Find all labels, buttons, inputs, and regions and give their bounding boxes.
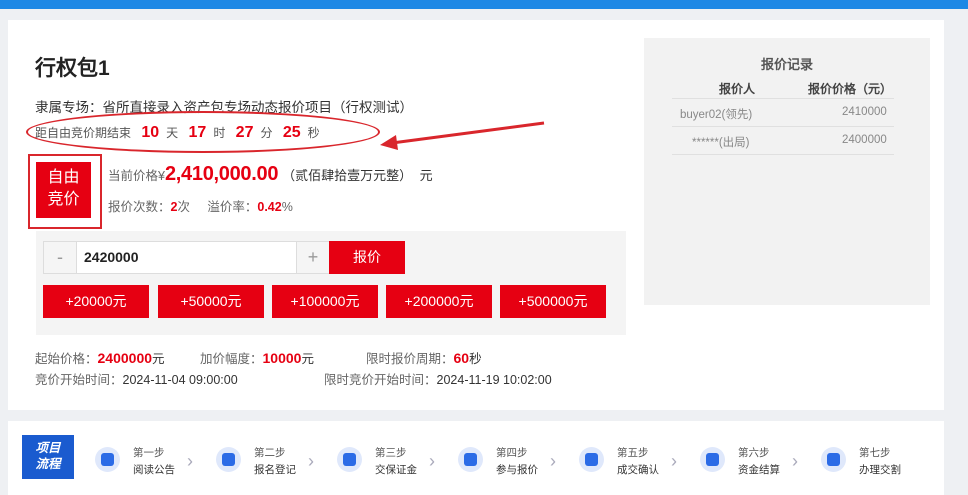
current-price-line: 当前价格¥2,410,000.00 （贰佰肆拾壹万元整） 元	[108, 163, 433, 186]
start-price: 起始价格：2400000元	[35, 348, 165, 367]
limit-period-value: 60	[453, 350, 470, 366]
flow-step-2[interactable]: 第二步 报名登记 ›	[216, 445, 331, 485]
bid-count-unit: 次	[177, 200, 190, 214]
location-pin-icon	[700, 447, 725, 472]
limit-period-label: 限时报价周期：	[366, 352, 454, 366]
flow-step-name: 阅读公告	[133, 464, 175, 476]
flow-step-name: 参与报价	[496, 464, 538, 476]
limit-period: 限时报价周期：60秒	[366, 348, 482, 367]
limit-period-unit: 秒	[469, 352, 482, 366]
edit-form-icon	[216, 447, 241, 472]
increment-50000-button[interactable]: +50000元	[158, 285, 264, 318]
flow-step-3[interactable]: 第三步 交保证金 ›	[337, 445, 452, 485]
price-step: 加价幅度：10000元	[200, 348, 314, 367]
flow-step-name: 成交确认	[617, 464, 659, 476]
mode-badge-line2: 竞价	[47, 191, 80, 208]
flow-step-name: 资金结算	[738, 464, 780, 476]
price-step-unit: 元	[301, 352, 314, 366]
record-bidder: ******(出局)	[692, 137, 750, 149]
decrement-button[interactable]: -	[44, 242, 76, 273]
flow-step-name: 报名登记	[254, 464, 296, 476]
chevron-right-icon: ›	[429, 451, 435, 471]
increment-100000-button[interactable]: +100000元	[272, 285, 378, 318]
flow-step-number: 第六步	[738, 447, 770, 459]
price-column-header: 报价价格（元）	[808, 82, 893, 96]
premium-label: 溢价率：	[207, 200, 258, 214]
record-bidder: buyer02(领先)	[680, 109, 753, 121]
flow-step-number: 第七步	[859, 447, 891, 459]
shield-yen-icon	[337, 447, 362, 472]
increment-500000-button[interactable]: +500000元	[500, 285, 606, 318]
bid-records-panel: 报价记录 报价人 报价价格（元） buyer02(领先) 2410000 ***…	[644, 38, 930, 305]
flow-step-number: 第四步	[496, 447, 528, 459]
flow-step-number: 第一步	[133, 447, 165, 459]
records-divider	[672, 154, 894, 155]
chevron-right-icon: ›	[671, 451, 677, 471]
annotation-arrow-icon	[380, 121, 545, 150]
current-price-label: 当前价格	[108, 169, 159, 183]
chevron-right-icon: ›	[187, 451, 193, 471]
records-divider	[672, 126, 894, 127]
document-search-icon	[95, 447, 120, 472]
flow-step-name: 交保证金	[375, 464, 417, 476]
chevron-right-icon: ›	[308, 451, 314, 471]
flow-step-7[interactable]: 第七步 办理交割	[821, 445, 936, 485]
flow-step-1[interactable]: 第一步 阅读公告 ›	[95, 445, 210, 485]
flow-step-4[interactable]: 第四步 参与报价 ›	[458, 445, 573, 485]
start-price-label: 起始价格：	[35, 352, 98, 366]
auction-start-time: 竞价开始时间：2024-11-04 09:00:00	[35, 369, 238, 388]
bid-records-title: 报价记录	[760, 57, 813, 72]
limit-start-time: 限时竞价开始时间：2024-11-19 10:02:00	[324, 369, 552, 388]
limit-start-time-value: 2024-11-19 10:02:00	[436, 373, 552, 387]
flow-step-6[interactable]: 第六步 资金结算 ›	[700, 445, 815, 485]
flow-step-name: 办理交割	[859, 464, 901, 476]
price-step-label: 加价幅度：	[200, 352, 263, 366]
mode-badge: 自由 竞价	[36, 162, 91, 218]
flow-step-number: 第三步	[375, 447, 407, 459]
records-divider	[672, 98, 894, 99]
auction-start-time-label: 竞价开始时间：	[35, 373, 123, 387]
flow-step-number: 第二步	[254, 447, 286, 459]
record-price: 2410000	[842, 106, 887, 118]
increment-button[interactable]: +	[297, 242, 329, 273]
increment-200000-button[interactable]: +200000元	[386, 285, 492, 318]
limit-start-time-label: 限时竞价开始时间：	[324, 373, 437, 387]
start-price-unit: 元	[152, 352, 165, 366]
increment-20000-button[interactable]: +20000元	[43, 285, 149, 318]
highlight-ellipse	[26, 111, 380, 153]
premium-unit: %	[281, 200, 293, 214]
flow-step-5[interactable]: 第五步 成交确认 ›	[579, 445, 694, 485]
bid-amount-stepper: - 2420000 +	[43, 241, 330, 274]
bid-amount-input[interactable]: 2420000	[76, 242, 297, 273]
flow-tag-line1: 项目	[35, 441, 61, 455]
page-title: 行权包1	[35, 57, 110, 80]
price-step-value: 10000	[262, 350, 302, 366]
flow-tag-line2: 流程	[35, 457, 61, 471]
premium-rate: 0.42	[257, 200, 282, 214]
submit-bid-button[interactable]: 报价	[329, 241, 405, 274]
current-price: 2,410,000.00	[164, 163, 279, 185]
flow-step-number: 第五步	[617, 447, 649, 459]
start-price-value: 2400000	[97, 350, 153, 366]
process-flow-tag: 项目 流程	[22, 435, 74, 479]
current-price-chinese: （贰佰肆拾壹万元整）	[282, 168, 413, 183]
auction-card: 行权包1 隶属专场：省所直接录入资产包专场动态报价项目（行权测试） 距自由竞价期…	[8, 20, 944, 410]
top-bar	[0, 0, 968, 9]
bid-stats: 报价次数：2次 溢价率：0.42%	[108, 196, 293, 215]
mode-badge-line1: 自由	[47, 169, 80, 186]
chevron-right-icon: ›	[792, 451, 798, 471]
auction-start-time-value: 2024-11-04 09:00:00	[122, 373, 238, 387]
bid-count-label: 报价次数：	[108, 200, 171, 214]
check-circle-icon	[579, 447, 604, 472]
bidder-column-header: 报价人	[719, 82, 756, 96]
scales-icon	[821, 447, 846, 472]
record-price: 2400000	[842, 134, 887, 146]
process-flow: 项目 流程 第一步 阅读公告 › 第二步 报名登记 › 第三步 交保证金 › 第…	[8, 421, 944, 495]
currency-symbol: ¥	[158, 169, 165, 183]
gavel-icon	[458, 447, 483, 472]
chevron-right-icon: ›	[550, 451, 556, 471]
current-price-unit: 元	[419, 168, 433, 183]
